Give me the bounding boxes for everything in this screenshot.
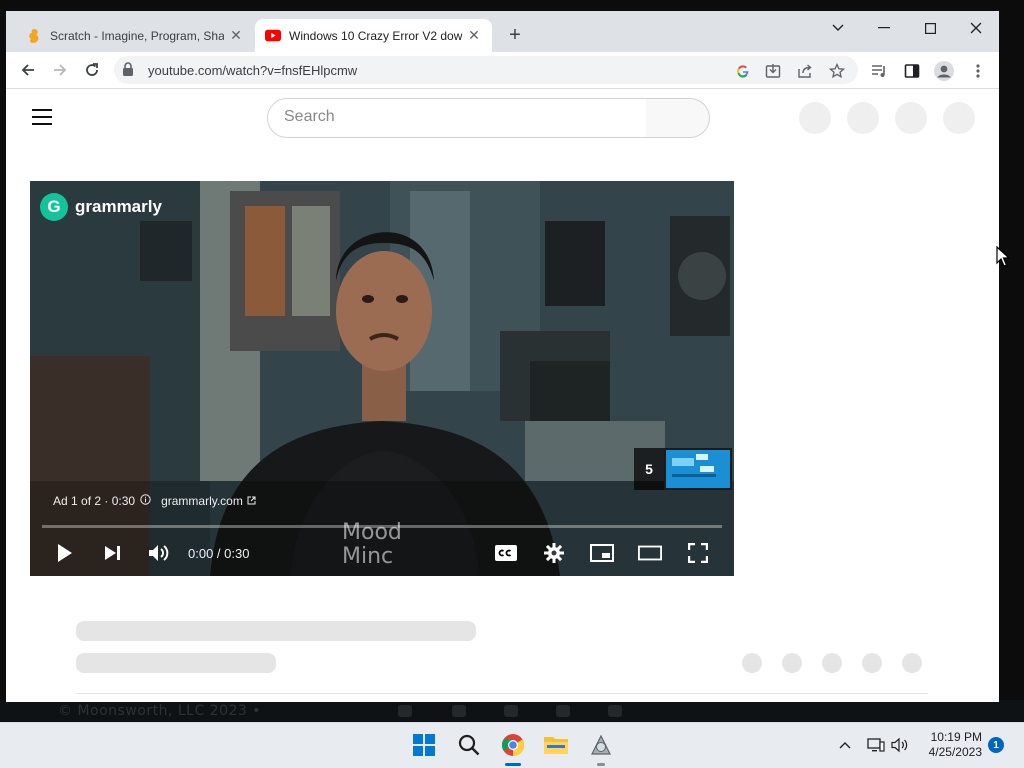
tiktok-icon — [504, 705, 518, 717]
twitter-icon — [398, 705, 412, 717]
action-placeholder — [742, 653, 762, 673]
new-tab-button[interactable]: + — [503, 24, 527, 48]
divider — [76, 693, 928, 694]
url-text: youtube.com/watch?v=fnsfEHlpcmw — [148, 63, 358, 78]
maximize-button[interactable] — [912, 15, 948, 41]
youtube-small-icon — [452, 705, 466, 717]
forward-button[interactable] — [47, 57, 73, 83]
show-hidden-icons-icon[interactable] — [836, 736, 854, 754]
channel-placeholder — [76, 653, 276, 673]
google-lens-icon[interactable] — [734, 62, 752, 80]
clock-time: 10:19 PM — [930, 730, 982, 744]
close-window-button[interactable] — [958, 15, 994, 41]
notifications-placeholder-icon[interactable] — [895, 102, 927, 134]
back-button[interactable] — [15, 57, 41, 83]
close-tab-icon[interactable]: ✕ — [228, 27, 244, 44]
windows-taskbar: 10:19 PM 4/25/2023 1 — [0, 722, 1024, 768]
create-placeholder-icon[interactable] — [799, 102, 831, 134]
fullscreen-icon[interactable] — [686, 541, 710, 565]
video-player[interactable]: G grammarly Ad 1 of 2 · 0:30 grammarly.c… — [30, 181, 734, 576]
menu-icon[interactable] — [32, 109, 52, 125]
play-button[interactable] — [52, 541, 76, 565]
tab-title: Windows 10 Crazy Error V2 download — [289, 28, 462, 43]
settings-gear-icon[interactable] — [542, 541, 566, 565]
scratch-icon — [26, 28, 42, 44]
browser-toolbar: youtube.com/watch?v=fnsfEHlpcmw — [6, 52, 999, 89]
search-box[interactable] — [267, 98, 647, 138]
share-icon[interactable] — [796, 62, 814, 80]
lunar-running-indicator — [597, 763, 605, 766]
tab-youtube[interactable]: Windows 10 Crazy Error V2 download ✕ — [255, 19, 492, 52]
external-link-icon[interactable] — [247, 494, 256, 508]
tab-search-icon[interactable] — [820, 15, 856, 41]
apps-placeholder-icon[interactable] — [847, 102, 879, 134]
windows-start-icon[interactable] — [410, 731, 438, 759]
tab-strip: Scratch - Imagine, Program, Share ✕ Wind… — [6, 11, 999, 52]
tab-title: Scratch - Imagine, Program, Share — [50, 28, 224, 43]
captions-icon[interactable] — [494, 541, 518, 565]
chrome-active-indicator — [505, 763, 521, 766]
info-icon[interactable] — [140, 494, 151, 508]
action-placeholder — [862, 653, 882, 673]
minimize-button[interactable] — [866, 15, 902, 41]
network-icon[interactable] — [867, 736, 885, 754]
install-app-icon[interactable] — [764, 62, 782, 80]
desktop-background: © Moonsworth, LLC 2023 • — [0, 700, 1024, 722]
video-frame — [30, 181, 734, 576]
tab-scratch[interactable]: Scratch - Imagine, Program, Share ✕ — [16, 19, 254, 52]
notification-badge[interactable]: 1 — [988, 737, 1004, 753]
advertiser-name: grammarly — [75, 197, 162, 216]
chrome-window: Scratch - Imagine, Program, Share ✕ Wind… — [6, 11, 999, 702]
youtube-icon — [265, 28, 281, 44]
title-placeholder — [76, 621, 476, 641]
youtube-page: G grammarly Ad 1 of 2 · 0:30 grammarly.c… — [6, 89, 999, 702]
next-button[interactable] — [100, 541, 124, 565]
address-bar[interactable]: youtube.com/watch?v=fnsfEHlpcmw — [114, 56, 858, 84]
search-input[interactable] — [284, 108, 624, 126]
clock-date: 4/25/2023 — [928, 745, 982, 759]
search-button[interactable] — [646, 98, 710, 138]
account-placeholder-icon[interactable] — [943, 102, 975, 134]
reload-button[interactable] — [79, 57, 105, 83]
next-video-thumbnail[interactable] — [664, 448, 732, 490]
chrome-icon[interactable] — [499, 731, 527, 759]
desktop-footer-text: © Moonsworth, LLC 2023 • — [58, 703, 262, 719]
system-clock[interactable]: 10:19 PM 4/25/2023 — [920, 730, 982, 760]
video-watermark: Mood Minc — [342, 520, 402, 569]
action-placeholder — [822, 653, 842, 673]
more-menu-icon[interactable] — [968, 61, 988, 81]
side-panel-icon[interactable] — [902, 61, 922, 81]
miniplayer-icon[interactable] — [590, 541, 614, 565]
ad-info: Ad 1 of 2 · 0:30 grammarly.com — [53, 494, 256, 508]
ad-domain-link[interactable]: grammarly.com — [161, 494, 243, 508]
action-placeholder — [902, 653, 922, 673]
mouse-cursor-icon — [996, 245, 1011, 273]
time-display: 0:00 / 0:30 — [188, 546, 250, 561]
volume-icon[interactable] — [147, 541, 171, 565]
theater-mode-icon[interactable] — [638, 541, 662, 565]
grammarly-logo-icon: G — [40, 193, 68, 221]
lock-icon[interactable] — [122, 62, 134, 82]
instagram-icon — [556, 705, 570, 717]
ad-label: Ad 1 of 2 · 0:30 — [53, 494, 136, 508]
progress-bar[interactable] — [42, 525, 722, 528]
advertiser-branding[interactable]: G grammarly — [40, 193, 162, 221]
file-explorer-icon[interactable] — [542, 731, 570, 759]
volume-tray-icon[interactable] — [891, 736, 909, 754]
bookmark-star-icon[interactable] — [828, 62, 846, 80]
lunar-client-icon[interactable] — [587, 731, 615, 759]
close-tab-icon[interactable]: ✕ — [466, 27, 482, 44]
search-icon[interactable] — [455, 731, 483, 759]
media-control-icon[interactable] — [870, 61, 890, 81]
telegram-icon — [608, 705, 622, 717]
skip-countdown: 5 — [634, 448, 664, 490]
action-placeholder — [782, 653, 802, 673]
profile-avatar-icon[interactable] — [934, 61, 954, 81]
